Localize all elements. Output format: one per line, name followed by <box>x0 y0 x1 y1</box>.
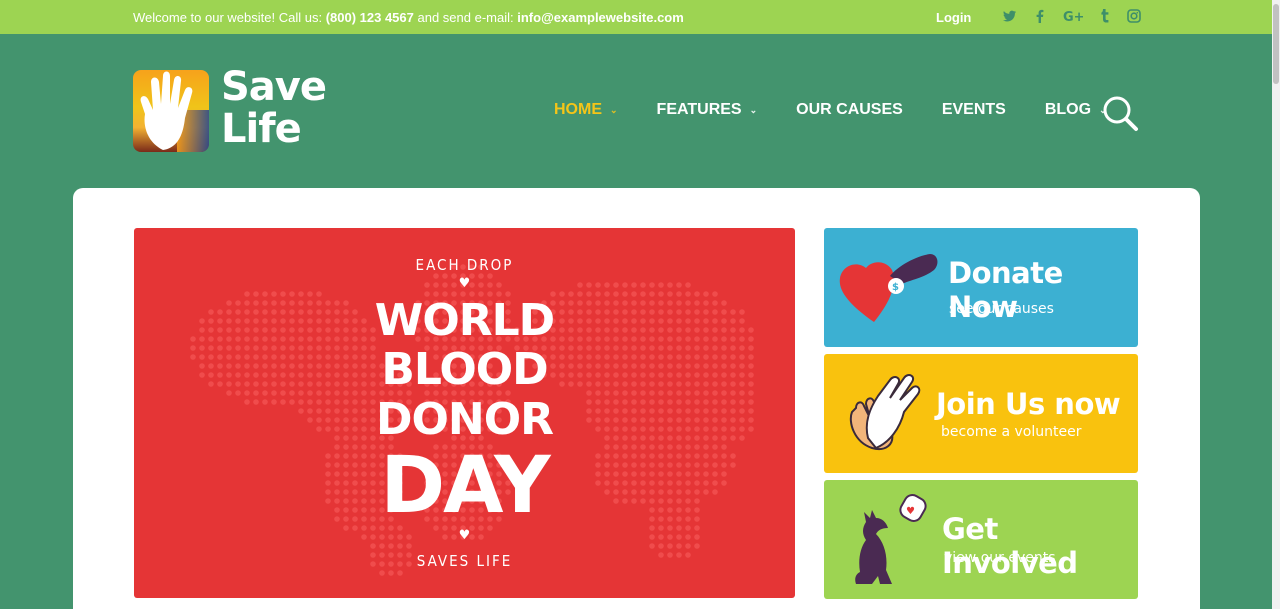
site-logo[interactable]: Save Life <box>133 64 327 156</box>
instagram-icon[interactable] <box>1127 8 1141 24</box>
nav-item-events[interactable]: EVENTS <box>942 101 1006 119</box>
scrollbar-thumb[interactable] <box>1273 4 1279 84</box>
nav-item-label: FEATURES <box>656 101 742 118</box>
world-blood-donor-day-banner[interactable]: EACH DROP ♥ WORLD BLOOD DONOR DAY ♥ SAVE… <box>134 228 795 598</box>
get-involved-subtitle: view our events <box>944 550 1056 566</box>
svg-text:♥: ♥ <box>906 506 915 517</box>
nav-item-label: OUR CAUSES <box>796 101 903 118</box>
google-plus-icon[interactable]: G+ <box>1063 8 1083 24</box>
banner-line-4: DAY <box>380 441 550 531</box>
login-link[interactable]: Login <box>936 10 971 25</box>
banner-line-3: DONOR <box>375 394 554 445</box>
logo-line-2: Life <box>221 106 302 152</box>
search-icon[interactable] <box>1100 94 1140 132</box>
heart-donation-icon: $ <box>839 254 938 322</box>
heart-icon: ♥ <box>458 276 471 291</box>
banner-line-2: BLOOD <box>381 344 548 395</box>
join-us-card[interactable]: Join Us now become a volunteer <box>824 354 1138 473</box>
facebook-icon[interactable] <box>1033 8 1047 24</box>
svg-text:G+: G+ <box>1063 10 1083 24</box>
banner-bottom-text: SAVES LIFE <box>416 552 513 570</box>
donate-now-card[interactable]: $ Donate Now see our causes <box>824 228 1138 347</box>
phone-number[interactable]: (800) 123 4567 <box>326 10 414 25</box>
top-bar: Welcome to our website! Call us: (800) 1… <box>0 0 1280 34</box>
twitter-icon[interactable] <box>1003 8 1017 24</box>
main-nav: HOME ⌄ FEATURES ⌄ OUR CAUSES EVENTS BLOG… <box>554 101 1146 119</box>
logo-wordmark: Save Life <box>221 64 327 152</box>
tumblr-icon[interactable] <box>1099 8 1111 24</box>
banner-top-text: EACH DROP <box>415 256 514 274</box>
contact-info: Welcome to our website! Call us: (800) 1… <box>133 10 684 25</box>
nav-item-label: EVENTS <box>941 101 1006 118</box>
page-scrollbar[interactable] <box>1272 0 1280 609</box>
banner-line-1: WORLD <box>374 295 555 346</box>
heart-icon: ♥ <box>458 528 471 543</box>
join-us-subtitle: become a volunteer <box>941 424 1082 440</box>
social-links: G+ <box>1003 8 1141 24</box>
donate-now-subtitle: see our causes <box>949 301 1054 317</box>
nav-item-our-causes[interactable]: OUR CAUSES <box>796 101 903 119</box>
logo-line-1: Save <box>221 64 327 110</box>
chevron-down-icon: ⌄ <box>749 104 758 115</box>
nav-item-home[interactable]: HOME ⌄ <box>554 101 618 119</box>
welcome-text: Welcome to our website! Call us: <box>133 10 323 25</box>
nav-item-label: BLOG <box>1044 101 1092 118</box>
dog-icon: ♥ <box>855 494 927 584</box>
chevron-down-icon: ⌄ <box>610 104 618 115</box>
hands-icon <box>849 374 921 450</box>
get-involved-title: Get Involved <box>942 512 1078 580</box>
nav-item-blog[interactable]: BLOG ⌄ <box>1045 101 1107 119</box>
hand-logo-icon <box>133 70 209 152</box>
email-address[interactable]: info@examplewebsite.com <box>517 10 684 25</box>
svg-text:$: $ <box>892 282 899 293</box>
nav-item-label: HOME <box>554 101 602 118</box>
get-involved-card[interactable]: ♥ Get Involved view our events <box>824 480 1138 599</box>
nav-item-features[interactable]: FEATURES ⌄ <box>657 101 758 119</box>
join-us-title: Join Us now <box>936 387 1121 421</box>
email-label: and send e-mail: <box>417 10 514 25</box>
